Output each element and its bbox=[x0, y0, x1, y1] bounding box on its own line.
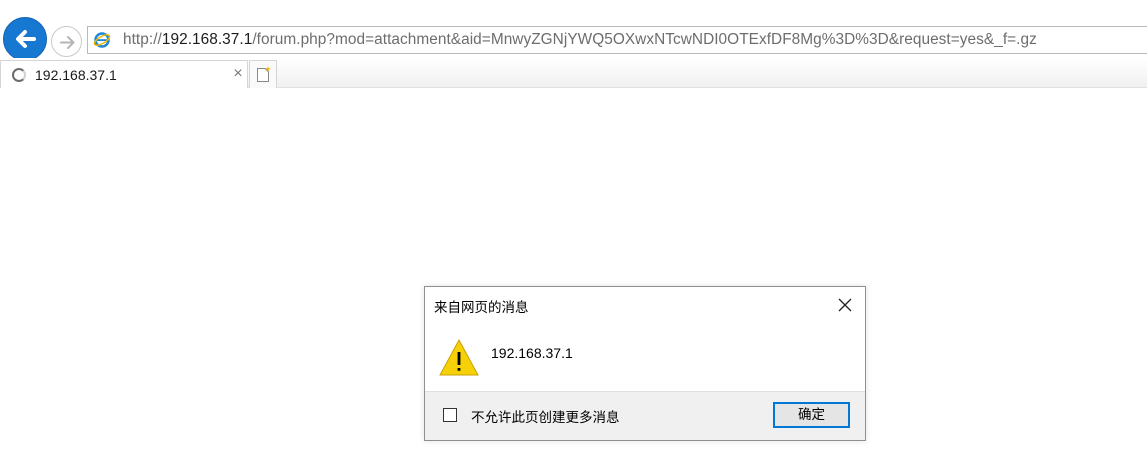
url-path: /forum.php?mod=attachment&aid=MnwyZGNjYW… bbox=[252, 31, 1037, 48]
ok-button[interactable]: 确定 bbox=[773, 402, 850, 428]
close-icon bbox=[838, 298, 852, 312]
new-tab-icon bbox=[257, 66, 271, 82]
dialog-footer: 不允许此页创建更多消息 确定 bbox=[425, 391, 865, 440]
url-text[interactable]: http://192.168.37.1/forum.php?mod=attach… bbox=[123, 31, 1037, 49]
back-arrow-icon bbox=[16, 30, 36, 48]
ie-logo-icon bbox=[93, 32, 111, 48]
tab-close-icon[interactable]: × bbox=[230, 65, 246, 83]
tab-title: 192.168.37.1 bbox=[35, 67, 117, 83]
suppress-messages-label[interactable]: 不允许此页创建更多消息 bbox=[471, 406, 620, 426]
new-tab-button[interactable] bbox=[249, 60, 277, 88]
alert-dialog: 来自网页的消息 192.168.37.1 不允许此页创建更多消息 确定 bbox=[424, 286, 866, 441]
back-button[interactable] bbox=[3, 17, 47, 61]
forward-arrow-icon bbox=[60, 36, 75, 49]
tab-strip: 192.168.37.1 × bbox=[0, 58, 1147, 88]
dialog-message: 192.168.37.1 bbox=[491, 345, 573, 361]
url-prefix: http:// bbox=[123, 31, 162, 48]
navigation-bar: http://192.168.37.1/forum.php?mod=attach… bbox=[0, 0, 1147, 61]
suppress-messages-checkbox[interactable] bbox=[443, 408, 457, 422]
browser-window: http://192.168.37.1/forum.php?mod=attach… bbox=[0, 0, 1147, 459]
dialog-close-button[interactable] bbox=[833, 293, 857, 317]
dialog-title: 来自网页的消息 bbox=[434, 300, 529, 316]
forward-button[interactable] bbox=[51, 26, 82, 57]
warning-icon bbox=[439, 338, 479, 376]
url-host: 192.168.37.1 bbox=[161, 31, 253, 48]
address-bar[interactable]: http://192.168.37.1/forum.php?mod=attach… bbox=[87, 26, 1147, 54]
loading-spinner-icon bbox=[12, 68, 26, 82]
tab-active[interactable]: 192.168.37.1 × bbox=[0, 60, 248, 88]
